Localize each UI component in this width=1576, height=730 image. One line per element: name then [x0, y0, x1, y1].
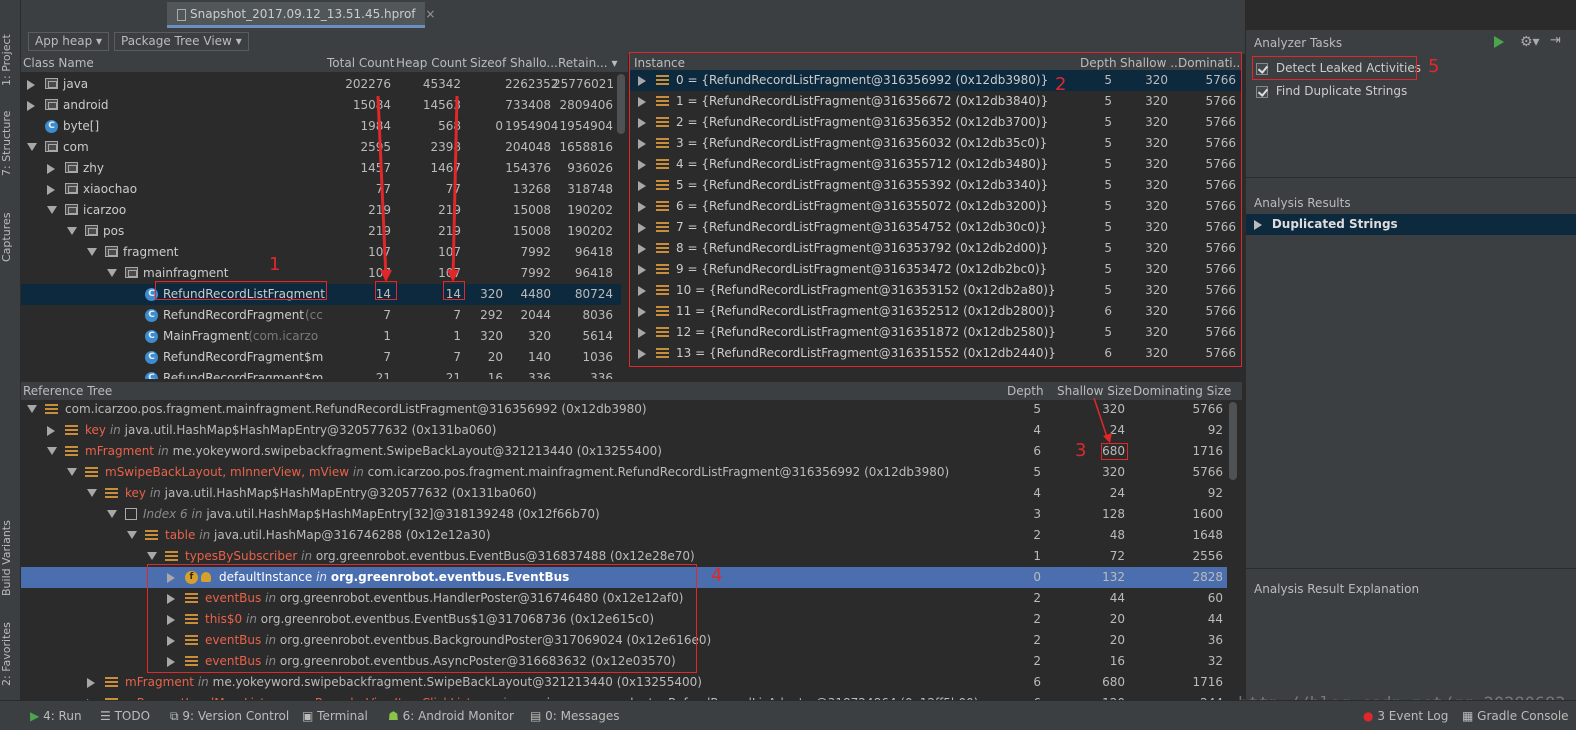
terminal-icon: ▣	[302, 709, 314, 723]
event-log-label: 3 Event Log	[1377, 709, 1449, 723]
gradle-icon: ▦	[1462, 709, 1474, 723]
gradle-console-tool-button[interactable]: ▦ Gradle Console	[1462, 709, 1569, 723]
annotation-label-5: 5	[1428, 56, 1440, 77]
vcs-label: 9: Version Control	[182, 709, 290, 723]
event-log-icon: ●	[1363, 709, 1374, 723]
monitor-label: 6: Android Monitor	[402, 709, 514, 723]
terminal-label: Terminal	[317, 709, 368, 723]
run-tool-button[interactable]: ▶ 4: Run	[30, 709, 82, 723]
annotation-label-2: 2	[1055, 74, 1067, 95]
gradle-label: Gradle Console	[1477, 709, 1569, 723]
annotation-arrows	[376, 95, 1112, 443]
messages-tool-button[interactable]: ▤ 0: Messages	[530, 709, 620, 723]
todo-icon: ☰	[100, 709, 111, 723]
messages-label: 0: Messages	[545, 709, 620, 723]
status-bar: ▶ 4: Run ☰ TODO ⧉ 9: Version Control ▣ T…	[0, 700, 1576, 730]
vcs-icon: ⧉	[170, 709, 179, 723]
annotation-label-3: 3	[1075, 440, 1087, 461]
annotation-label-1: 1	[269, 254, 281, 275]
messages-icon: ▤	[530, 709, 542, 723]
android-icon: ☗	[388, 709, 399, 723]
annotation-label-4: 4	[711, 565, 723, 586]
event-log-tool-button[interactable]: ● 3 Event Log	[1363, 709, 1448, 723]
version-control-tool-button[interactable]: ⧉ 9: Version Control	[170, 709, 289, 724]
todo-label: TODO	[114, 709, 151, 723]
ide-window: 1: Project 7: Structure Captures Build V…	[0, 0, 1576, 730]
terminal-tool-button[interactable]: ▣ Terminal	[302, 709, 368, 723]
todo-tool-button[interactable]: ☰ TODO	[100, 709, 150, 723]
android-monitor-tool-button[interactable]: ☗ 6: Android Monitor	[388, 709, 514, 723]
play-icon: ▶	[30, 709, 40, 723]
run-label: 4: Run	[43, 709, 82, 723]
